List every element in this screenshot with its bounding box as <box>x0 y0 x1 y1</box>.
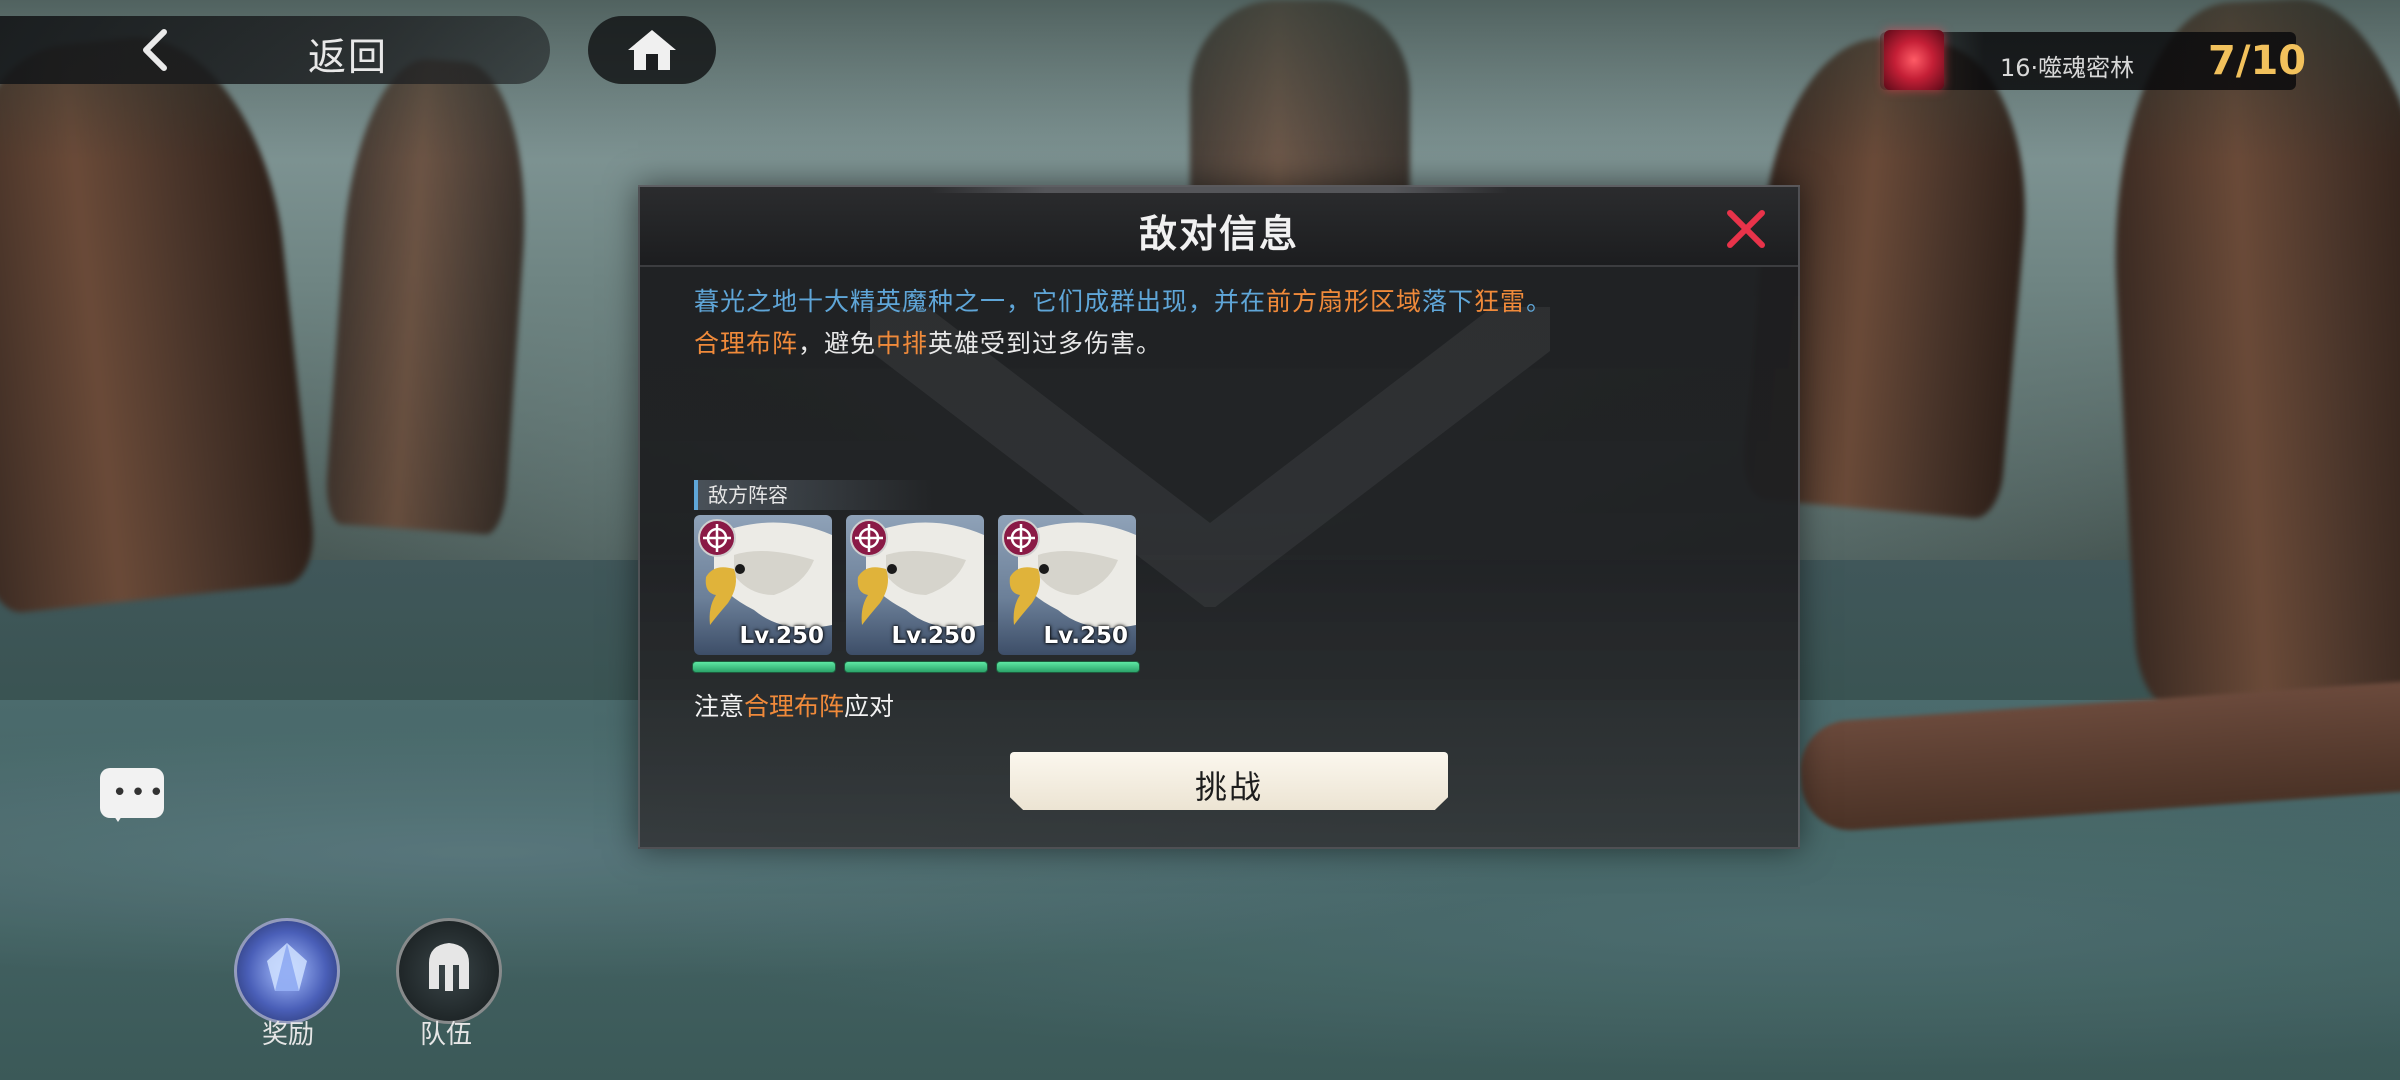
team-label: 队伍 <box>420 1020 473 1050</box>
enemy-description: 暮光之地十大精英魔种之一，它们成群出现，并在前方扇形区域落下狂雷。 合理布阵，避… <box>694 281 1754 365</box>
desc-highlight: 前方扇形区域 <box>1266 287 1423 316</box>
note-highlight: 合理布阵 <box>744 692 845 721</box>
dialog-title: 敌对信息 <box>1138 212 1299 256</box>
back-button[interactable] <box>0 16 550 84</box>
reward-button[interactable] <box>234 918 340 1024</box>
target-icon <box>1002 519 1040 557</box>
close-icon[interactable] <box>1722 205 1770 253</box>
desc-highlight: 中排 <box>876 329 929 358</box>
reward-label: 奖励 <box>262 1020 315 1050</box>
back-label[interactable]: 返回 <box>308 26 388 81</box>
enemy-lineup-label: 敌方阵容 <box>694 480 934 510</box>
desc-highlight: 狂雷 <box>1474 287 1527 316</box>
enemy-info-dialog: 敌对信息 暮光之地十大精英魔种之一，它们成群出现，并在前方扇形区域落下狂雷。 合… <box>638 185 1800 849</box>
desc-highlight: 合理布阵 <box>694 329 799 358</box>
enemy-hp-bar <box>692 661 836 673</box>
enemy-hp-bar <box>844 661 988 673</box>
back-arrow-icon[interactable] <box>132 26 180 74</box>
dialog-header: 敌对信息 <box>640 187 1798 267</box>
team-button[interactable] <box>396 918 502 1024</box>
desc-text: 英雄受到过多伤害。 <box>928 329 1163 358</box>
enemy-level: Lv.250 <box>1043 623 1128 649</box>
team-helmet-icon <box>429 943 469 991</box>
challenge-label: 挑战 <box>1194 768 1263 806</box>
desc-text: 落下 <box>1422 287 1475 316</box>
enemy-level: Lv.250 <box>891 623 976 649</box>
chat-bubble-icon: ••• <box>112 778 168 808</box>
stage-name: 16·噬魂密林 <box>2000 54 2135 82</box>
home-button[interactable] <box>588 16 716 84</box>
enemy-level: Lv.250 <box>739 623 824 649</box>
stage-emblem-icon <box>1884 30 1944 90</box>
note-text: 注意 <box>694 692 745 721</box>
desc-text: ，避免 <box>798 329 877 358</box>
home-icon <box>628 30 676 70</box>
enemy-card[interactable]: Lv.250 <box>694 515 832 655</box>
note-text: 应对 <box>844 692 895 721</box>
target-icon <box>698 519 736 557</box>
enemy-hp-bar <box>996 661 1140 673</box>
enemy-card[interactable]: Lv.250 <box>846 515 984 655</box>
target-icon <box>850 519 888 557</box>
strategy-note: 注意合理布阵应对 <box>694 687 894 723</box>
enemy-card[interactable]: Lv.250 <box>998 515 1136 655</box>
chat-button[interactable]: ••• <box>100 768 168 822</box>
desc-text: 暮光之地十大精英魔种之一，它们成群出现，并在 <box>694 287 1267 316</box>
reward-crystal-icon <box>267 943 307 991</box>
stage-count: 7/10 <box>2208 38 2307 84</box>
desc-text: 。 <box>1526 287 1553 316</box>
challenge-button[interactable]: 挑战 <box>1010 752 1448 810</box>
